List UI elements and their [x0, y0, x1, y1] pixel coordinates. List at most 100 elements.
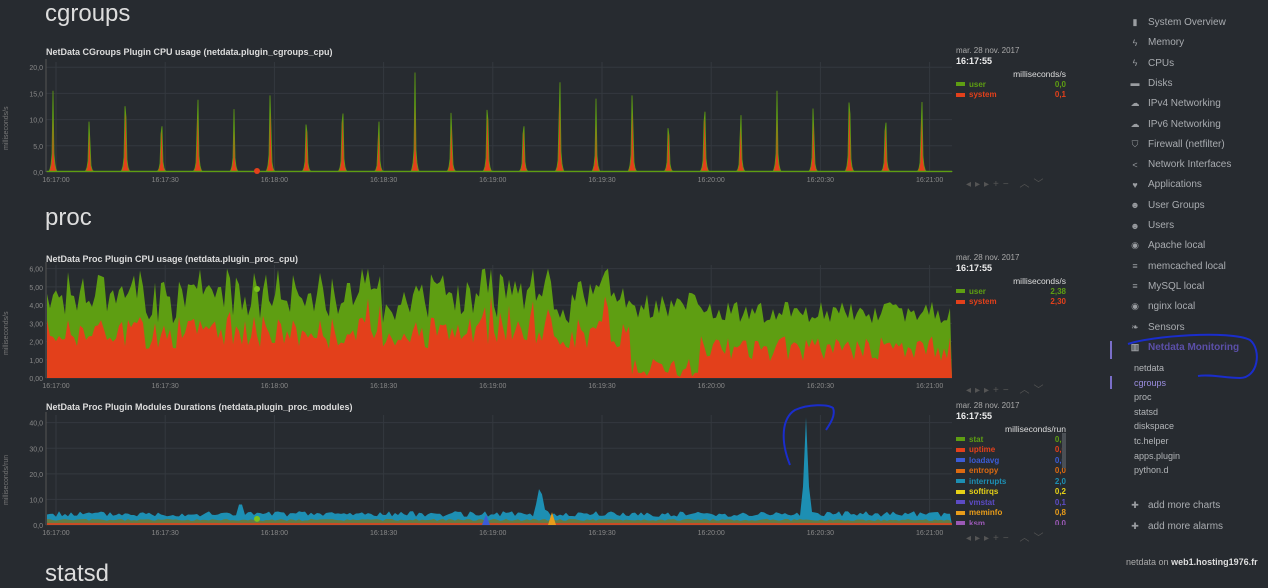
- sidebar-action-label: add more alarms: [1148, 521, 1224, 532]
- sidebar-item-label: CPUs: [1148, 57, 1175, 69]
- legend-series-value: 2,38: [1050, 286, 1066, 296]
- sidebar-item-label: Network Interfaces: [1148, 159, 1232, 171]
- y-tick-label: 0,0: [33, 523, 43, 530]
- sidebar-item-label: System Overview: [1148, 17, 1226, 28]
- legend-swatch: [956, 479, 965, 484]
- sidebar-item-label: IPv4 Networking: [1148, 98, 1221, 110]
- y-tick-label: 6,00: [29, 267, 43, 274]
- sidebar-item-netdata-monitoring[interactable]: ▥ Netdata Monitoring: [1130, 342, 1239, 353]
- sidebar-subitem-apps-plugin[interactable]: apps.plugin: [1134, 451, 1180, 461]
- folder-icon: ▬: [1130, 78, 1140, 89]
- x-tick-label: 16:20:00: [698, 383, 725, 390]
- x-tick-label: 16:17:00: [42, 530, 69, 537]
- sidebar-item-memcached-local[interactable]: ≡ memcached local: [1130, 261, 1225, 272]
- y-tick-label: 15,0: [29, 91, 43, 98]
- legend-row-uptime[interactable]: uptime 0,0: [956, 445, 1066, 456]
- legend-row-ksm[interactable]: ksm 0,0: [956, 518, 1066, 525]
- footer-prefix: netdata on: [1126, 557, 1169, 567]
- legend-time: 16:17:55: [956, 56, 993, 66]
- x-tick-label: 16:18:00: [261, 177, 288, 184]
- x-tick-label: 16:19:30: [588, 383, 615, 390]
- sidebar-action-add-more-charts[interactable]: ✚ add more charts: [1130, 500, 1220, 511]
- legend-scrollbar[interactable]: [1062, 433, 1066, 468]
- sidebar-item-apache-local[interactable]: ◉ Apache local: [1130, 240, 1205, 251]
- legend-row-softirqs[interactable]: softirqs 0,2: [956, 487, 1066, 498]
- legend-row-user[interactable]: user 0,0: [956, 79, 1066, 90]
- sidebar-item-nginx-local[interactable]: ◉ nginx local: [1130, 301, 1195, 312]
- legend-row-stat[interactable]: stat 0,5: [956, 434, 1066, 445]
- y-tick-label: 0,0: [33, 170, 43, 177]
- legend-row-user[interactable]: user 2,38: [956, 286, 1066, 297]
- legend-swatch: [956, 521, 965, 525]
- section-title-statsd: statsd: [45, 560, 110, 587]
- sidebar-item-user-groups[interactable]: ☻ User Groups: [1130, 200, 1204, 211]
- chart-proc-cpu[interactable]: 6,00 5,00 4,00 3,00 2,00 1,00 0,0016:17:00 16:1…: [0, 260, 955, 390]
- x-tick-label: 16:20:30: [807, 383, 834, 390]
- y-tick-label: 30,0: [29, 446, 43, 453]
- sidebar-item-cpus[interactable]: ϟ CPUs: [1130, 57, 1175, 69]
- sidebar-item-system-overview[interactable]: ▮ System Overview: [1130, 17, 1226, 28]
- chart-controls[interactable]: ◂▸▸+− ︿﹀: [966, 529, 1048, 544]
- legend-series-name: meminfo: [969, 508, 1003, 518]
- y-tick-label: 4,00: [29, 303, 43, 310]
- sidebar-action-add-more-alarms[interactable]: ✚ add more alarms: [1130, 521, 1223, 532]
- legend-date: mar. 28 nov. 2017: [956, 46, 1020, 55]
- legend-series-value: 0,2: [1054, 487, 1066, 497]
- bookmark-icon: ▮: [1132, 17, 1138, 27]
- legend-swatch: [956, 447, 965, 452]
- shield-icon: ⛉: [1131, 138, 1139, 149]
- x-tick-label: 16:17:30: [152, 177, 179, 184]
- bolt-icon: ϟ: [1132, 58, 1138, 69]
- x-tick-label: 16:18:30: [370, 383, 397, 390]
- chart-cgroups-cpu[interactable]: 20,0 15,0 10,0 5,0 0,016:17:00 16:17:30 16:18:…: [0, 52, 955, 184]
- legend-row-entropy[interactable]: entropy 0,0: [956, 466, 1066, 477]
- sidebar-subitem-statsd[interactable]: statsd: [1134, 407, 1158, 417]
- sidebar-item-users[interactable]: ☻ Users: [1130, 220, 1174, 231]
- chart-controls[interactable]: ◂▸▸+− ︿﹀: [966, 175, 1048, 190]
- chart-legend: mar. 28 nov. 2017 16:17:55 milliseconds/…: [956, 253, 1066, 307]
- legend-units: milliseconds/s: [1013, 276, 1066, 286]
- sidebar-item-network-interfaces[interactable]: < Network Interfaces: [1130, 159, 1231, 170]
- sidebar-item-firewall-netfilter-[interactable]: ⛉ Firewall (netfilter): [1130, 139, 1225, 150]
- footer-host[interactable]: web1.hosting1976.fr: [1171, 557, 1258, 567]
- sidebar-item-memory[interactable]: ϟ Memory: [1130, 37, 1185, 48]
- sidebar-subitem-tc-helper[interactable]: tc.helper: [1134, 436, 1169, 446]
- sidebar-subitem-cgroups[interactable]: cgroups: [1134, 378, 1166, 388]
- legend-units: milliseconds/run: [1005, 424, 1066, 434]
- sidebar-item-disks[interactable]: ▬ Disks: [1130, 78, 1173, 89]
- share-icon: <: [1132, 159, 1138, 170]
- sidebar-subitem-python-d[interactable]: python.d: [1134, 465, 1169, 475]
- legend-series-value: 0,1: [1054, 497, 1066, 507]
- chart-proc-modules[interactable]: 40,0 30,0 20,0 10,0 0,016:17:00 16:17:30 16:18…: [0, 410, 955, 540]
- sidebar-subitem-netdata[interactable]: netdata: [1134, 363, 1164, 373]
- sidebar-subitem-diskspace[interactable]: diskspace: [1134, 421, 1174, 431]
- sidebar-item-ipv4-networking[interactable]: ☁ IPv4 Networking: [1130, 98, 1221, 109]
- legend-row-meminfo[interactable]: meminfo 0,8: [956, 508, 1066, 519]
- legend-row-loadavg[interactable]: loadavg 0,0: [956, 455, 1066, 466]
- legend-row-interrupts[interactable]: interrupts 2,0: [956, 476, 1066, 487]
- x-tick-label: 16:18:00: [261, 530, 288, 537]
- x-tick-label: 16:21:00: [916, 530, 943, 537]
- legend-row-vmstat[interactable]: vmstat 0,1: [956, 497, 1066, 508]
- legend-series-name: system: [969, 297, 997, 307]
- sidebar-item-mysql-local[interactable]: ≡ MySQL local: [1130, 281, 1204, 292]
- sidebar-item-applications[interactable]: ♥ Applications: [1130, 179, 1202, 190]
- legend-swatch: [956, 489, 965, 494]
- legend-row-system[interactable]: system 0,1: [956, 90, 1066, 101]
- y-tick-label: 3,00: [29, 321, 43, 328]
- heartbeat-icon: ♥: [1132, 179, 1138, 190]
- legend-row-system[interactable]: system 2,30: [956, 297, 1066, 308]
- sidebar-item-ipv6-networking[interactable]: ☁ IPv6 Networking: [1130, 119, 1221, 130]
- legend-series-value: 0,0: [1054, 518, 1066, 525]
- hover-dot: [254, 515, 260, 522]
- y-tick-label: 40,0: [29, 421, 43, 428]
- legend-series-value: 0,0: [1054, 79, 1066, 89]
- sidebar-subitem-proc[interactable]: proc: [1134, 392, 1152, 402]
- plus-icon: ✚: [1131, 500, 1139, 510]
- legend-series-value: 2,0: [1054, 476, 1066, 486]
- sidebar-item-sensors[interactable]: ❧ Sensors: [1130, 322, 1184, 333]
- series-uptime-area: [47, 522, 952, 525]
- y-tick-label: 5,00: [29, 285, 43, 292]
- legend-time: 16:17:55: [956, 263, 993, 273]
- chart-controls[interactable]: ◂▸▸+− ︿﹀: [966, 381, 1048, 396]
